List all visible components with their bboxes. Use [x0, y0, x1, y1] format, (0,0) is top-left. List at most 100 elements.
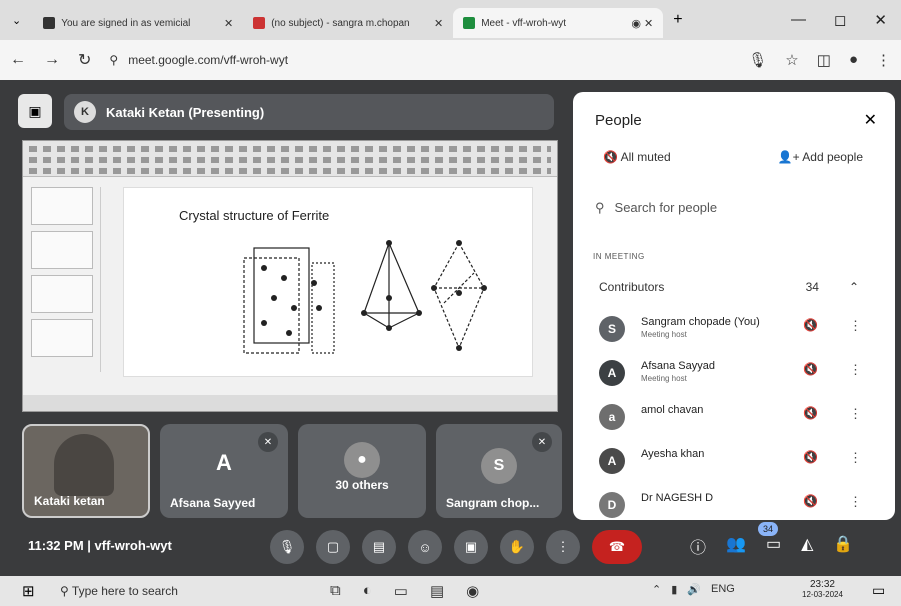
ppt-status-bar — [23, 395, 557, 411]
tile-name: Sangram chop... — [446, 496, 540, 510]
participant-name: Ayesha khan — [641, 448, 705, 460]
gmail-icon — [253, 17, 266, 29]
present-button[interactable]: ▣ — [454, 530, 488, 564]
info-icon[interactable]: ⓘ — [690, 534, 706, 558]
tab-gmail[interactable]: (no subject) - sangra m.chopan ✕ — [243, 8, 453, 38]
tab-title: (no subject) - sangra m.chopan — [271, 17, 410, 29]
participant-role: Meeting host — [641, 374, 687, 383]
taskbar-clock[interactable]: 23:32 12-03-2024 — [802, 579, 843, 599]
new-tab-button[interactable]: + — [663, 11, 692, 29]
sidebar-icon[interactable]: ◫ — [817, 51, 831, 69]
avatar: D — [599, 492, 625, 518]
reload-icon[interactable]: ↻ — [78, 50, 91, 70]
participant-row[interactable]: D Dr NAGESH D 🔇 ⋮ — [599, 488, 862, 520]
reactions-button[interactable]: ☺ — [408, 530, 442, 564]
task-view-icon[interactable]: ⧉ — [330, 582, 341, 600]
more-icon[interactable]: ⋮ — [849, 494, 862, 510]
close-icon[interactable]: ✕ — [864, 110, 877, 130]
people-panel: People ✕ 🔇 All muted 👤+ Add people ⚲ Sea… — [573, 92, 895, 520]
raise-hand-button[interactable]: ✋ — [500, 530, 534, 564]
all-muted-button[interactable]: 🔇 All muted — [603, 150, 671, 164]
presenter-label: Kataki Ketan (Presenting) — [106, 104, 265, 120]
people-search[interactable]: ⚲ Search for people — [595, 200, 717, 216]
bookmark-star-icon[interactable]: ☆ — [785, 51, 798, 69]
tile-initial: S — [481, 448, 517, 484]
url-text[interactable]: meet.google.com/vff-wroh-wyt — [128, 53, 288, 67]
shared-screen: Crystal structure of Ferrite — [22, 140, 558, 412]
video-feed — [54, 434, 114, 496]
group-label: Contributors — [599, 280, 665, 294]
muted-mic-icon[interactable]: 🔇 — [803, 450, 818, 464]
participant-row[interactable]: a amol chavan 🔇 ⋮ — [599, 400, 862, 440]
tile-kataki[interactable]: Kataki ketan — [22, 424, 150, 518]
forward-icon[interactable]: → — [44, 51, 60, 69]
participant-row[interactable]: S Sangram chopade (You) Meeting host 🔇 ⋮ — [599, 312, 862, 352]
avatar: a — [599, 404, 625, 430]
back-icon[interactable]: ← — [10, 51, 26, 69]
tile-name: 30 others — [335, 478, 389, 492]
contributors-group[interactable]: Contributors 34 ⌃ — [599, 280, 859, 294]
notification-icon[interactable]: ▭ — [872, 582, 885, 599]
captions-button[interactable]: ▤ — [362, 530, 396, 564]
close-icon[interactable]: ✕ — [224, 17, 233, 30]
tray-chevron-icon[interactable]: ⌃ — [652, 583, 661, 596]
muted-mic-icon[interactable]: 🔇 — [803, 318, 818, 332]
camera-off-button[interactable]: ▢ — [316, 530, 350, 564]
search-icon: ⚲ — [595, 200, 605, 215]
participant-name: Sangram chopade (You) — [641, 316, 760, 328]
maximize-icon[interactable]: ◻ — [834, 11, 846, 29]
more-icon[interactable]: ⋮ — [849, 406, 862, 422]
tile-sangram[interactable]: ✕ S Sangram chop... — [436, 424, 562, 518]
tab-signed-in[interactable]: You are signed in as vemicial ✕ — [33, 8, 243, 38]
slide: Crystal structure of Ferrite — [123, 187, 533, 377]
more-icon[interactable]: ⋮ — [849, 450, 862, 466]
network-icon[interactable]: ▮ — [671, 583, 677, 596]
edge-icon[interactable]: ◐ — [363, 582, 372, 600]
people-icon[interactable]: 👥 — [726, 534, 746, 558]
group-count: 34 — [805, 280, 819, 294]
participant-row[interactable]: A Afsana Sayyad Meeting host 🔇 ⋮ — [599, 356, 862, 396]
windows-start-icon[interactable]: ⊞ — [22, 582, 35, 600]
activities-icon[interactable]: ◭ — [801, 534, 813, 558]
panel-title: People — [595, 112, 642, 129]
store-icon[interactable]: ▤ — [430, 582, 444, 600]
mic-off-button[interactable]: 🎙 — [270, 530, 304, 564]
chevron-up-icon[interactable]: ⌃ — [849, 280, 859, 294]
leave-call-button[interactable]: ☎ — [592, 530, 642, 564]
close-window-icon[interactable]: ✕ — [874, 11, 887, 29]
tab-title: Meet - vff-wroh-wyt — [481, 17, 567, 29]
more-icon[interactable]: ⋮ — [849, 318, 862, 334]
muted-mic-icon[interactable]: 🔇 — [803, 494, 818, 508]
tile-afsana[interactable]: ✕ A Afsana Sayyed — [160, 424, 288, 518]
layout-icon[interactable]: ▣ — [18, 94, 52, 128]
meet-window: ▣ K Kataki Ketan (Presenting) Crystal st… — [0, 80, 901, 576]
file-explorer-icon[interactable]: ▭ — [394, 582, 408, 600]
tab-search-icon[interactable]: ⌄ — [0, 14, 33, 27]
volume-icon[interactable]: 🔊 — [687, 583, 701, 596]
participant-role: Meeting host — [641, 330, 687, 339]
more-icon[interactable]: ⋮ — [849, 362, 862, 378]
close-icon[interactable]: ◉ ✕ — [631, 17, 653, 30]
add-people-button[interactable]: 👤+ Add people — [778, 150, 863, 164]
close-icon[interactable]: ✕ — [434, 17, 443, 30]
host-controls-icon[interactable]: 🔒 — [833, 534, 853, 558]
tile-others[interactable]: ● 30 others — [298, 424, 426, 518]
tab-meet[interactable]: Meet - vff-wroh-wyt ◉ ✕ — [453, 8, 664, 38]
chrome-icon[interactable]: ◉ — [466, 582, 479, 600]
minimize-icon[interactable]: — — [791, 11, 806, 29]
mic-icon[interactable]: 🎙 — [748, 51, 767, 69]
site-settings-icon[interactable]: ⚲ — [109, 53, 118, 67]
more-options-button[interactable]: ⋮ — [546, 530, 580, 564]
windows-taskbar: ⊞ ⚲ Type here to search ⧉ ◐ ▭ ▤ ◉ ⌃ ▮ 🔊 … — [0, 576, 901, 606]
site-icon — [43, 17, 56, 29]
menu-icon[interactable]: ⋮ — [876, 51, 891, 69]
taskbar-search[interactable]: ⚲ Type here to search — [60, 584, 178, 598]
muted-mic-icon[interactable]: 🔇 — [803, 362, 818, 376]
language-indicator[interactable]: ENG — [711, 583, 735, 596]
profile-icon[interactable]: ● — [849, 51, 858, 69]
search-input[interactable]: Search for people — [615, 200, 718, 216]
chat-icon[interactable]: ▭ — [766, 534, 781, 558]
avatar: A — [599, 448, 625, 474]
muted-mic-icon[interactable]: 🔇 — [803, 406, 818, 420]
participant-row[interactable]: A Ayesha khan 🔇 ⋮ — [599, 444, 862, 484]
